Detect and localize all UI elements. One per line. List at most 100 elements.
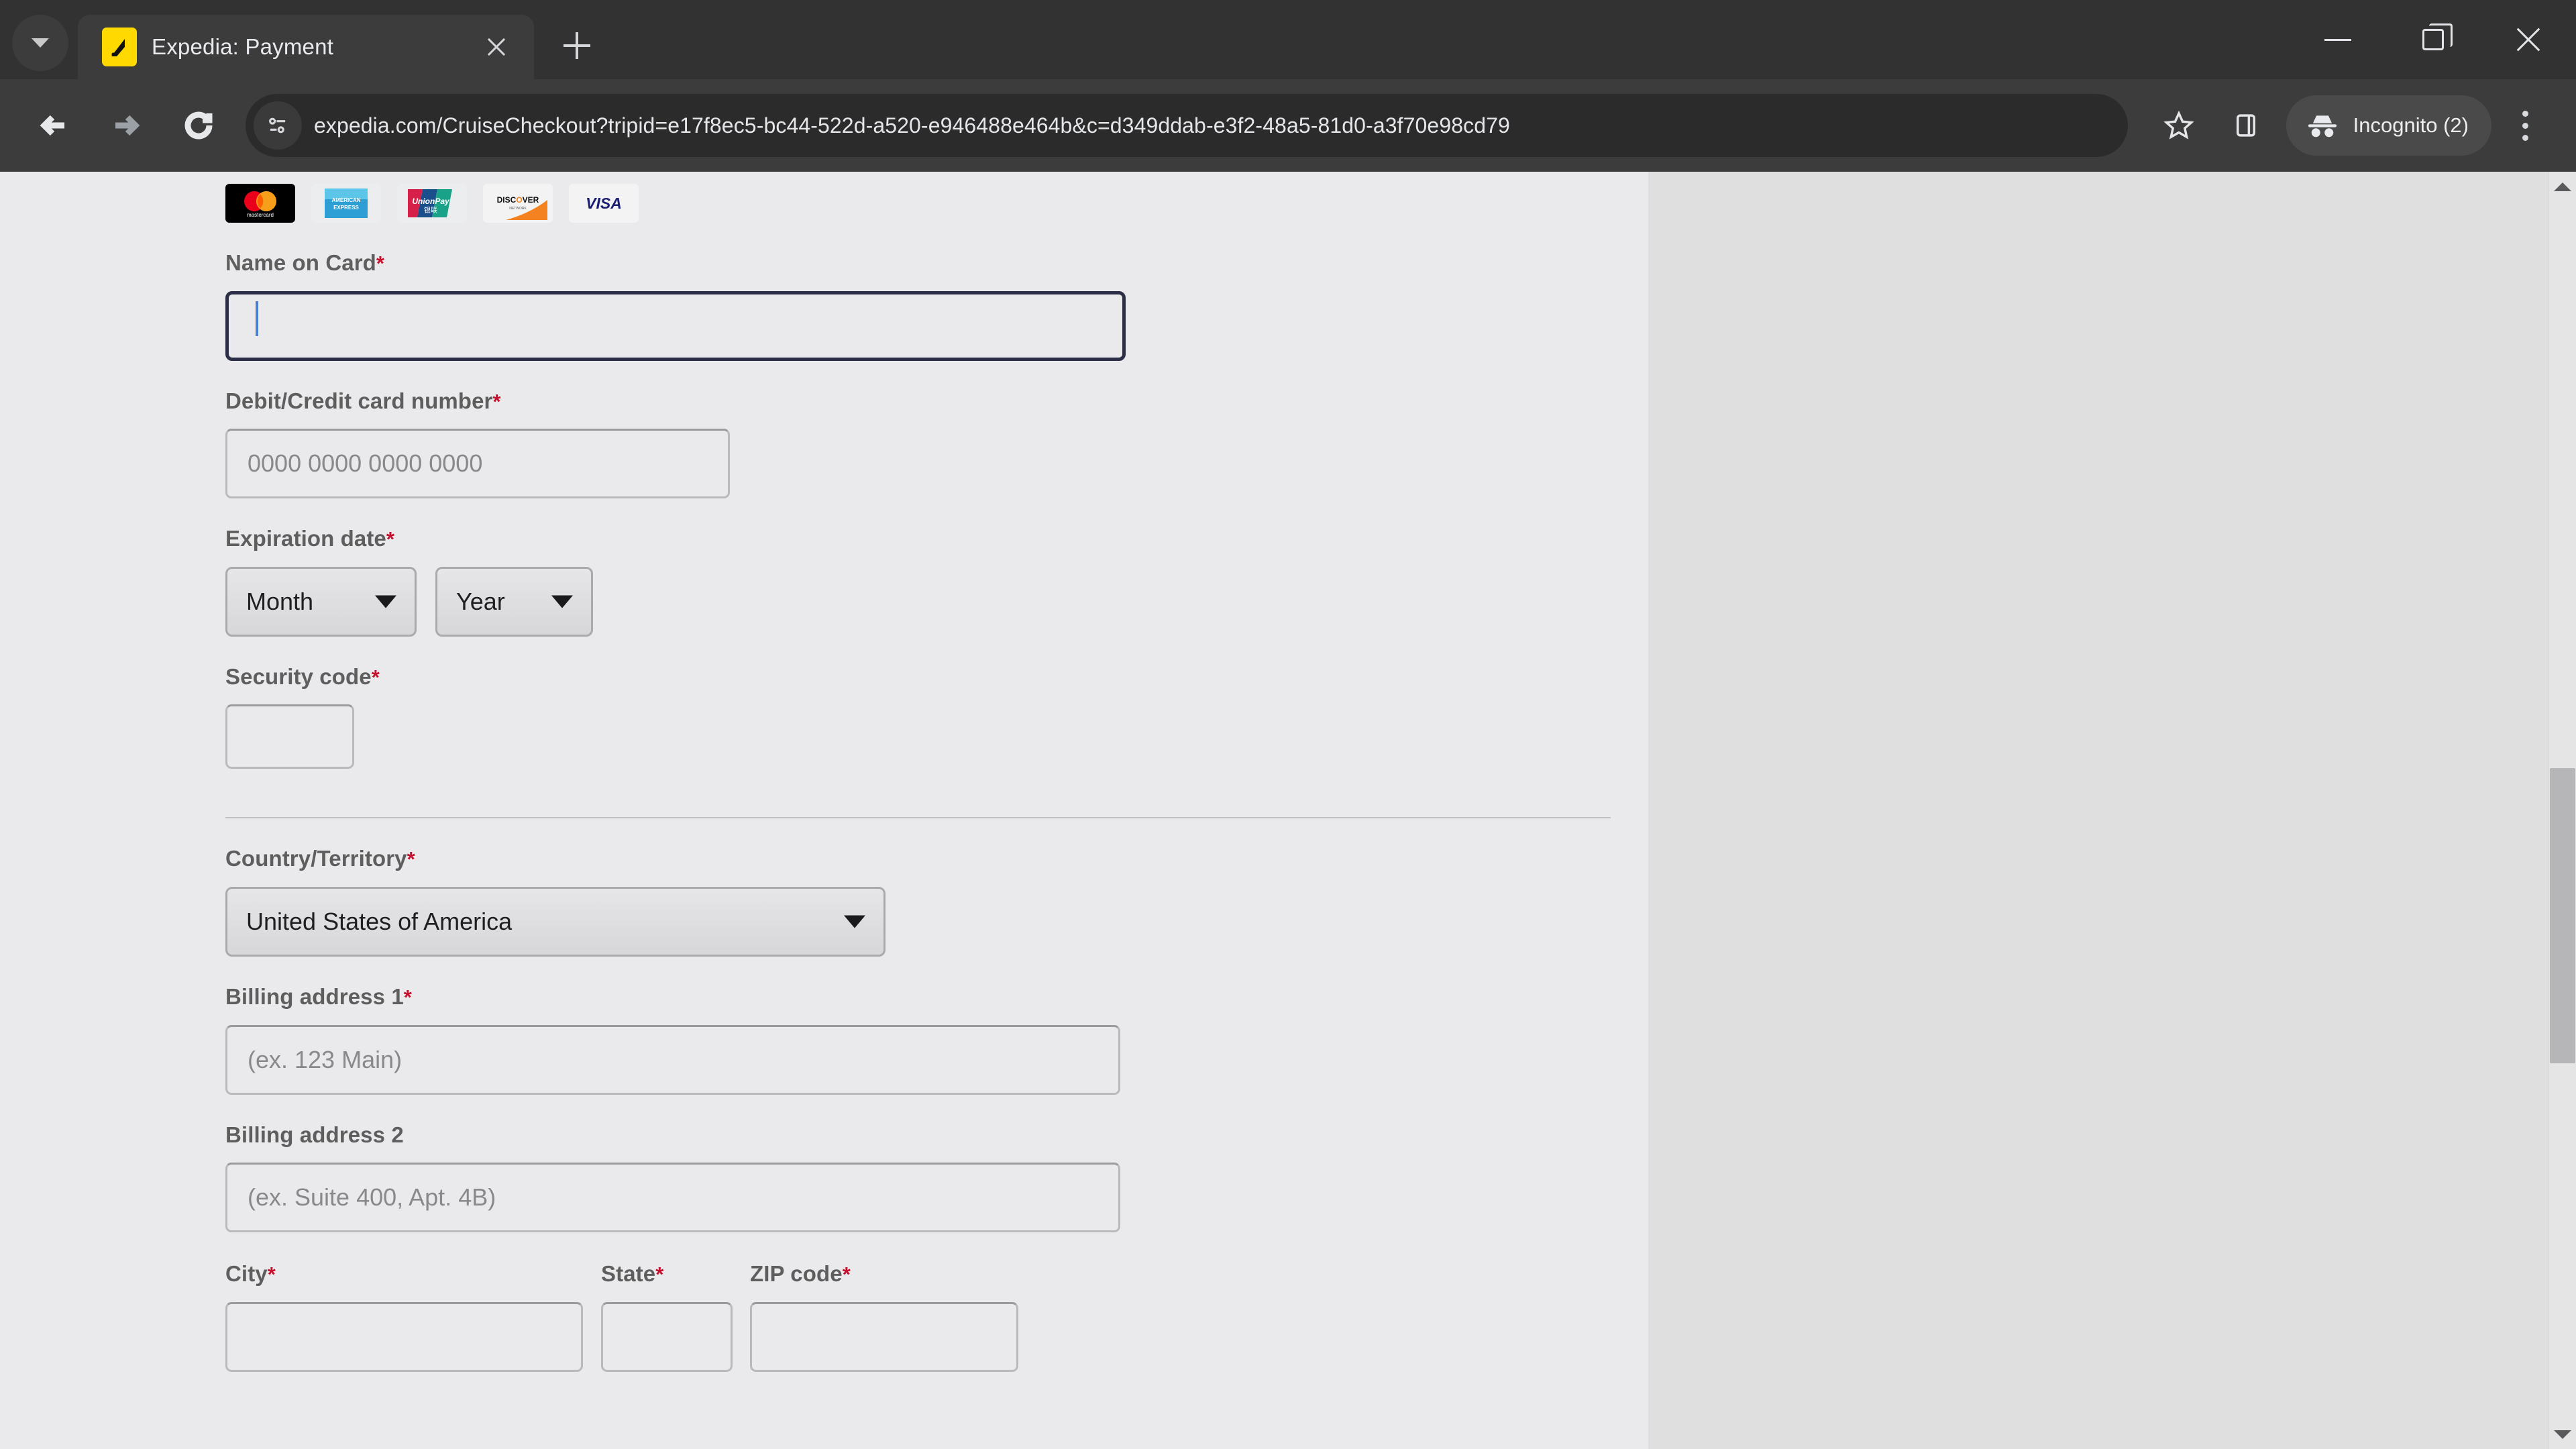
city-state-zip-row: City* State* ZIP code* <box>225 1260 1634 1372</box>
three-dot-icon <box>2522 110 2528 141</box>
minimize-button[interactable] <box>2290 0 2385 79</box>
field-zip-code: ZIP code* <box>750 1260 1032 1372</box>
field-billing-address-2: Billing address 2 <box>225 1122 1634 1233</box>
required-marker: * <box>842 1263 851 1287</box>
expiration-month-wrap: Month <box>225 566 417 637</box>
reload-button[interactable] <box>162 89 235 162</box>
chevron-down-icon <box>32 38 49 48</box>
zip-code-label: ZIP code* <box>750 1261 851 1287</box>
page-scrollbar[interactable] <box>2548 172 2576 1449</box>
star-icon <box>2163 110 2194 140</box>
checkout-content-panel: mastercard AMERICAN EXPRESS UnionPay 银联 … <box>0 172 1648 1449</box>
accepted-card-logos: mastercard AMERICAN EXPRESS UnionPay 银联 … <box>225 172 1634 223</box>
expiration-date-label: Expiration date* <box>225 526 395 551</box>
field-security-code: Security code* <box>225 663 1634 769</box>
svg-text:DISCOVER: DISCOVER <box>497 195 539 205</box>
country-select[interactable]: United States of America <box>225 886 885 957</box>
expiration-year-wrap: Year <box>435 566 593 637</box>
restore-icon <box>2422 29 2444 50</box>
city-input[interactable] <box>225 1301 583 1372</box>
svg-text:UnionPay: UnionPay <box>412 197 450 206</box>
field-state: State* <box>601 1260 750 1372</box>
billing-address-2-input[interactable] <box>225 1163 1120 1233</box>
svg-text:银联: 银联 <box>424 206 437 215</box>
svg-text:NETWORK: NETWORK <box>509 207 527 211</box>
new-tab-button[interactable] <box>549 17 605 74</box>
svg-text:AMERICAN: AMERICAN <box>331 197 360 203</box>
scroll-up-button[interactable] <box>2548 172 2576 201</box>
country-select-wrap: United States of America <box>225 886 885 957</box>
back-arrow-icon <box>40 115 64 136</box>
tab-title: Expedia: Payment <box>152 34 334 59</box>
scrollbar-track[interactable] <box>2548 201 2576 1419</box>
tab-search-button[interactable] <box>12 15 68 71</box>
page-viewport: mastercard AMERICAN EXPRESS UnionPay 银联 … <box>0 172 2576 1449</box>
minimize-icon <box>2324 38 2351 41</box>
american-express-logo-icon: AMERICAN EXPRESS <box>311 184 381 223</box>
side-panel-icon <box>2236 114 2255 137</box>
field-name-on-card: Name on Card* <box>225 250 1634 361</box>
zip-code-input[interactable] <box>750 1301 1018 1372</box>
maximize-button[interactable] <box>2385 0 2481 79</box>
expiration-month-select[interactable]: Month <box>225 566 417 637</box>
billing-address-2-label: Billing address 2 <box>225 1122 404 1147</box>
required-marker: * <box>371 665 380 689</box>
state-label: State* <box>601 1261 664 1287</box>
forward-button[interactable] <box>90 89 162 162</box>
incognito-icon <box>2308 115 2337 138</box>
card-number-input[interactable] <box>225 429 730 499</box>
field-city: City* <box>225 1260 601 1372</box>
triangle-down-icon <box>2553 1430 2571 1439</box>
bookmark-button[interactable] <box>2145 92 2212 159</box>
side-panel-button[interactable] <box>2212 92 2279 159</box>
expedia-logo-icon <box>102 28 137 66</box>
tab-strip: Expedia: Payment <box>0 0 2576 79</box>
required-marker: * <box>267 1263 276 1287</box>
window-controls <box>2290 0 2576 79</box>
svg-text:VISA: VISA <box>586 195 622 212</box>
section-divider <box>225 817 1611 819</box>
mastercard-logo-icon: mastercard <box>225 184 295 223</box>
state-input[interactable] <box>601 1301 733 1372</box>
incognito-indicator[interactable]: Incognito (2) <box>2286 95 2491 156</box>
browser-toolbar: expedia.com/CruiseCheckout?tripid=e17f8e… <box>0 79 2576 172</box>
required-marker: * <box>407 847 415 871</box>
page-scroll-area: mastercard AMERICAN EXPRESS UnionPay 银联 … <box>0 172 2548 1449</box>
expiration-year-select[interactable]: Year <box>435 566 593 637</box>
text-cursor <box>256 301 258 336</box>
site-settings-icon[interactable] <box>254 101 302 150</box>
svg-text:EXPRESS: EXPRESS <box>333 205 359 211</box>
required-marker: * <box>655 1263 664 1287</box>
billing-address-1-label: Billing address 1* <box>225 983 412 1009</box>
scrollbar-thumb[interactable] <box>2549 768 2575 1063</box>
triangle-up-icon <box>2553 182 2571 191</box>
billing-address-1-input[interactable] <box>225 1024 1120 1095</box>
field-country: Country/Territory* United States of Amer… <box>225 845 1634 957</box>
name-on-card-input[interactable] <box>225 290 1126 361</box>
security-code-input[interactable] <box>225 704 354 769</box>
card-number-label: Debit/Credit card number* <box>225 388 501 413</box>
required-marker: * <box>376 252 385 275</box>
tab-close-icon[interactable] <box>478 28 515 66</box>
field-expiration-date: Expiration date* Month Year <box>225 525 1634 637</box>
name-on-card-label: Name on Card* <box>225 250 385 275</box>
close-icon <box>2516 27 2541 52</box>
browser-window: Expedia: Payment expedia.com/CruiseCheck… <box>0 0 2576 1449</box>
back-button[interactable] <box>17 89 90 162</box>
svg-text:mastercard: mastercard <box>247 212 274 218</box>
reload-icon <box>184 111 213 140</box>
forward-arrow-icon <box>115 115 140 136</box>
close-window-button[interactable] <box>2481 0 2576 79</box>
field-billing-address-1: Billing address 1* <box>225 983 1634 1095</box>
address-bar[interactable]: expedia.com/CruiseCheckout?tripid=e17f8e… <box>246 94 2128 157</box>
country-label: Country/Territory* <box>225 846 415 871</box>
browser-tab[interactable]: Expedia: Payment <box>78 15 534 79</box>
required-marker: * <box>403 985 412 1009</box>
field-card-number: Debit/Credit card number* <box>225 388 1634 499</box>
payment-form: mastercard AMERICAN EXPRESS UnionPay 银联 … <box>225 172 1634 1372</box>
scroll-down-button[interactable] <box>2548 1419 2576 1449</box>
city-label: City* <box>225 1261 276 1287</box>
chrome-menu-button[interactable] <box>2491 92 2559 159</box>
required-marker: * <box>386 527 395 551</box>
discover-logo-icon: DISCOVER NETWORK <box>483 184 553 223</box>
